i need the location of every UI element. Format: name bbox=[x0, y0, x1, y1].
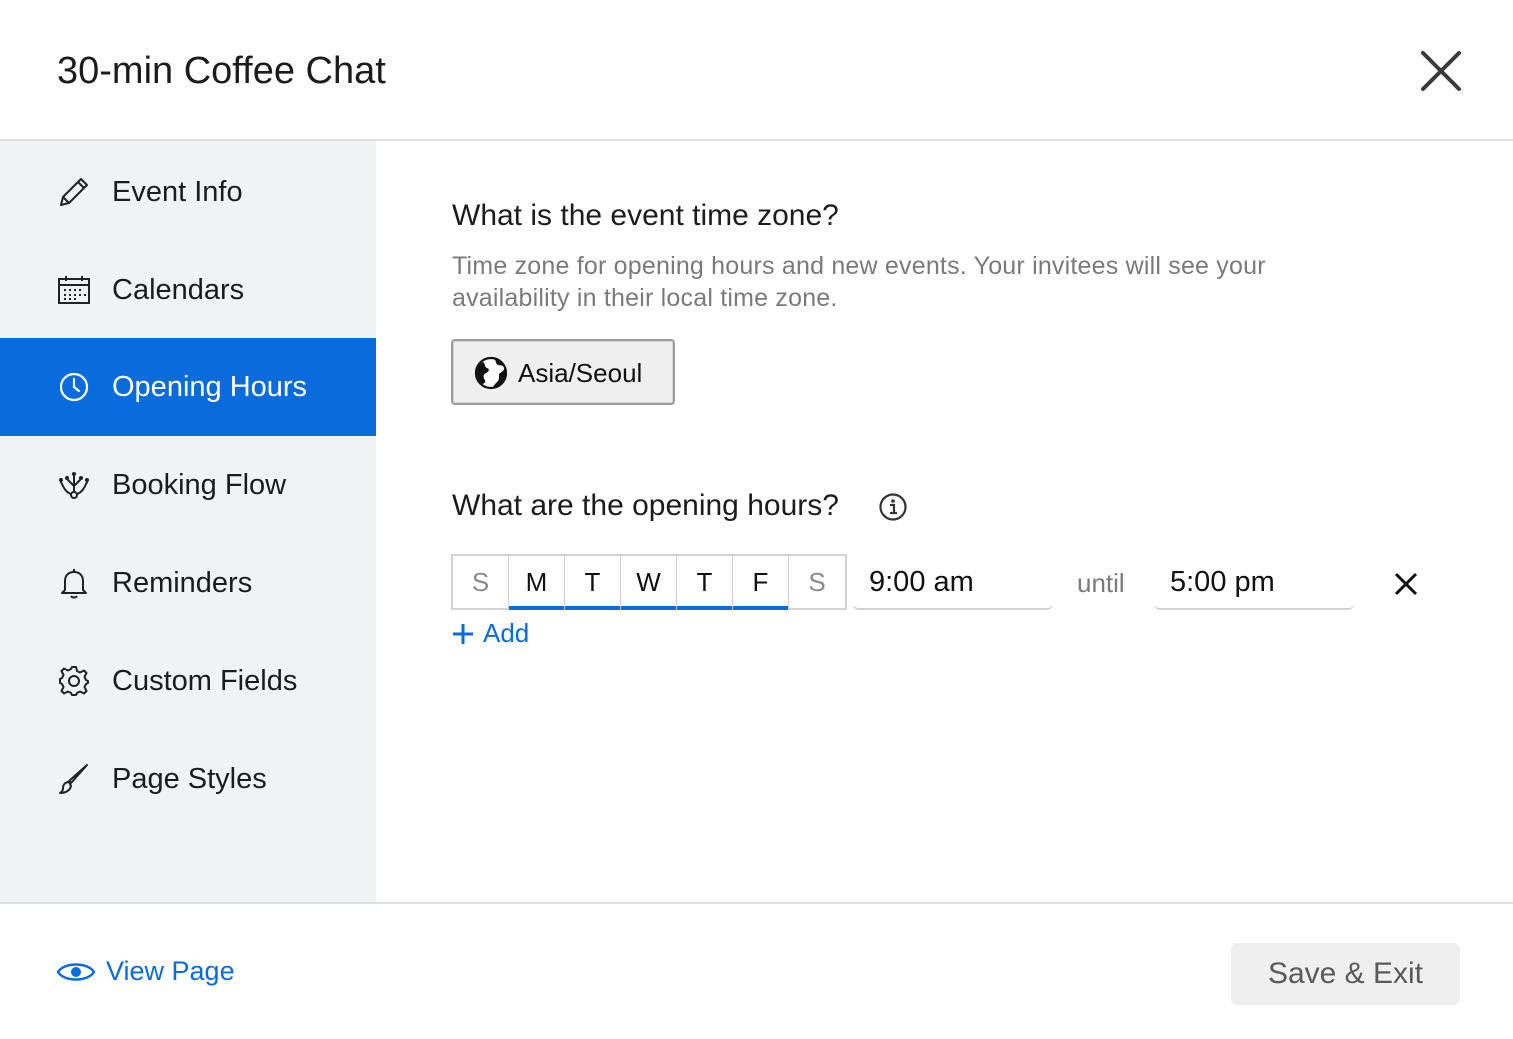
gear-icon bbox=[56, 663, 92, 699]
calendar-icon bbox=[56, 272, 92, 308]
sidebar: Event Info Calendars Opening Hours Booki… bbox=[0, 141, 376, 902]
timezone-select-button[interactable]: Asia/Seoul bbox=[451, 339, 675, 405]
brush-icon bbox=[56, 761, 92, 797]
sidebar-item-page-styles[interactable]: Page Styles bbox=[0, 730, 376, 828]
flow-icon bbox=[56, 467, 92, 503]
sidebar-item-event-info[interactable]: Event Info bbox=[0, 143, 376, 241]
clock-icon bbox=[56, 369, 92, 405]
weekday-selector: S M T W T F S bbox=[451, 554, 847, 610]
globe-icon bbox=[474, 356, 508, 390]
timezone-heading: What is the event time zone? bbox=[452, 199, 839, 232]
day-toggle-sunday[interactable]: S bbox=[453, 556, 509, 608]
view-page-link[interactable]: View Page bbox=[56, 956, 235, 987]
start-time-field[interactable]: 9:00 am bbox=[853, 556, 1053, 610]
sidebar-item-label: Opening Hours bbox=[112, 370, 308, 403]
sidebar-item-custom-fields[interactable]: Custom Fields bbox=[0, 632, 376, 730]
timezone-value: Asia/Seoul bbox=[518, 358, 643, 388]
day-toggle-friday[interactable]: F bbox=[733, 556, 789, 610]
day-toggle-thursday[interactable]: T bbox=[677, 556, 733, 610]
day-toggle-saturday[interactable]: S bbox=[789, 556, 845, 608]
add-hours-button[interactable]: Add bbox=[451, 618, 529, 649]
sidebar-item-booking-flow[interactable]: Booking Flow bbox=[0, 436, 376, 534]
day-toggle-tuesday[interactable]: T bbox=[565, 556, 621, 610]
sidebar-item-label: Calendars bbox=[112, 273, 245, 306]
sidebar-item-label: Custom Fields bbox=[112, 664, 298, 697]
sidebar-item-label: Page Styles bbox=[112, 762, 267, 795]
timezone-description: Time zone for opening hours and new even… bbox=[452, 252, 1266, 312]
save-exit-button[interactable]: Save & Exit bbox=[1231, 943, 1460, 1005]
dialog-title: 30-min Coffee Chat bbox=[57, 50, 386, 92]
day-toggle-monday[interactable]: M bbox=[509, 556, 565, 610]
until-label: until bbox=[1077, 568, 1125, 598]
sidebar-item-opening-hours[interactable]: Opening Hours bbox=[0, 338, 376, 436]
add-hours-label: Add bbox=[483, 618, 530, 648]
sidebar-item-label: Booking Flow bbox=[112, 468, 287, 501]
sidebar-item-label: Event Info bbox=[112, 175, 243, 208]
plus-icon bbox=[453, 623, 473, 644]
eye-icon bbox=[56, 962, 96, 981]
info-icon[interactable] bbox=[877, 491, 909, 523]
end-time-field[interactable]: 5:00 pm bbox=[1154, 556, 1354, 610]
remove-hours-icon[interactable] bbox=[1391, 569, 1421, 599]
opening-hours-heading: What are the opening hours? bbox=[452, 489, 839, 522]
day-toggle-wednesday[interactable]: W bbox=[621, 556, 677, 610]
sidebar-item-reminders[interactable]: Reminders bbox=[0, 534, 376, 632]
bell-icon bbox=[56, 565, 92, 601]
pencil-icon bbox=[56, 174, 92, 210]
close-icon[interactable] bbox=[1418, 48, 1464, 94]
sidebar-item-label: Reminders bbox=[112, 566, 253, 599]
view-page-label: View Page bbox=[106, 956, 235, 986]
sidebar-item-calendars[interactable]: Calendars bbox=[0, 241, 376, 339]
dialog-header: 30-min Coffee Chat bbox=[0, 0, 1513, 141]
